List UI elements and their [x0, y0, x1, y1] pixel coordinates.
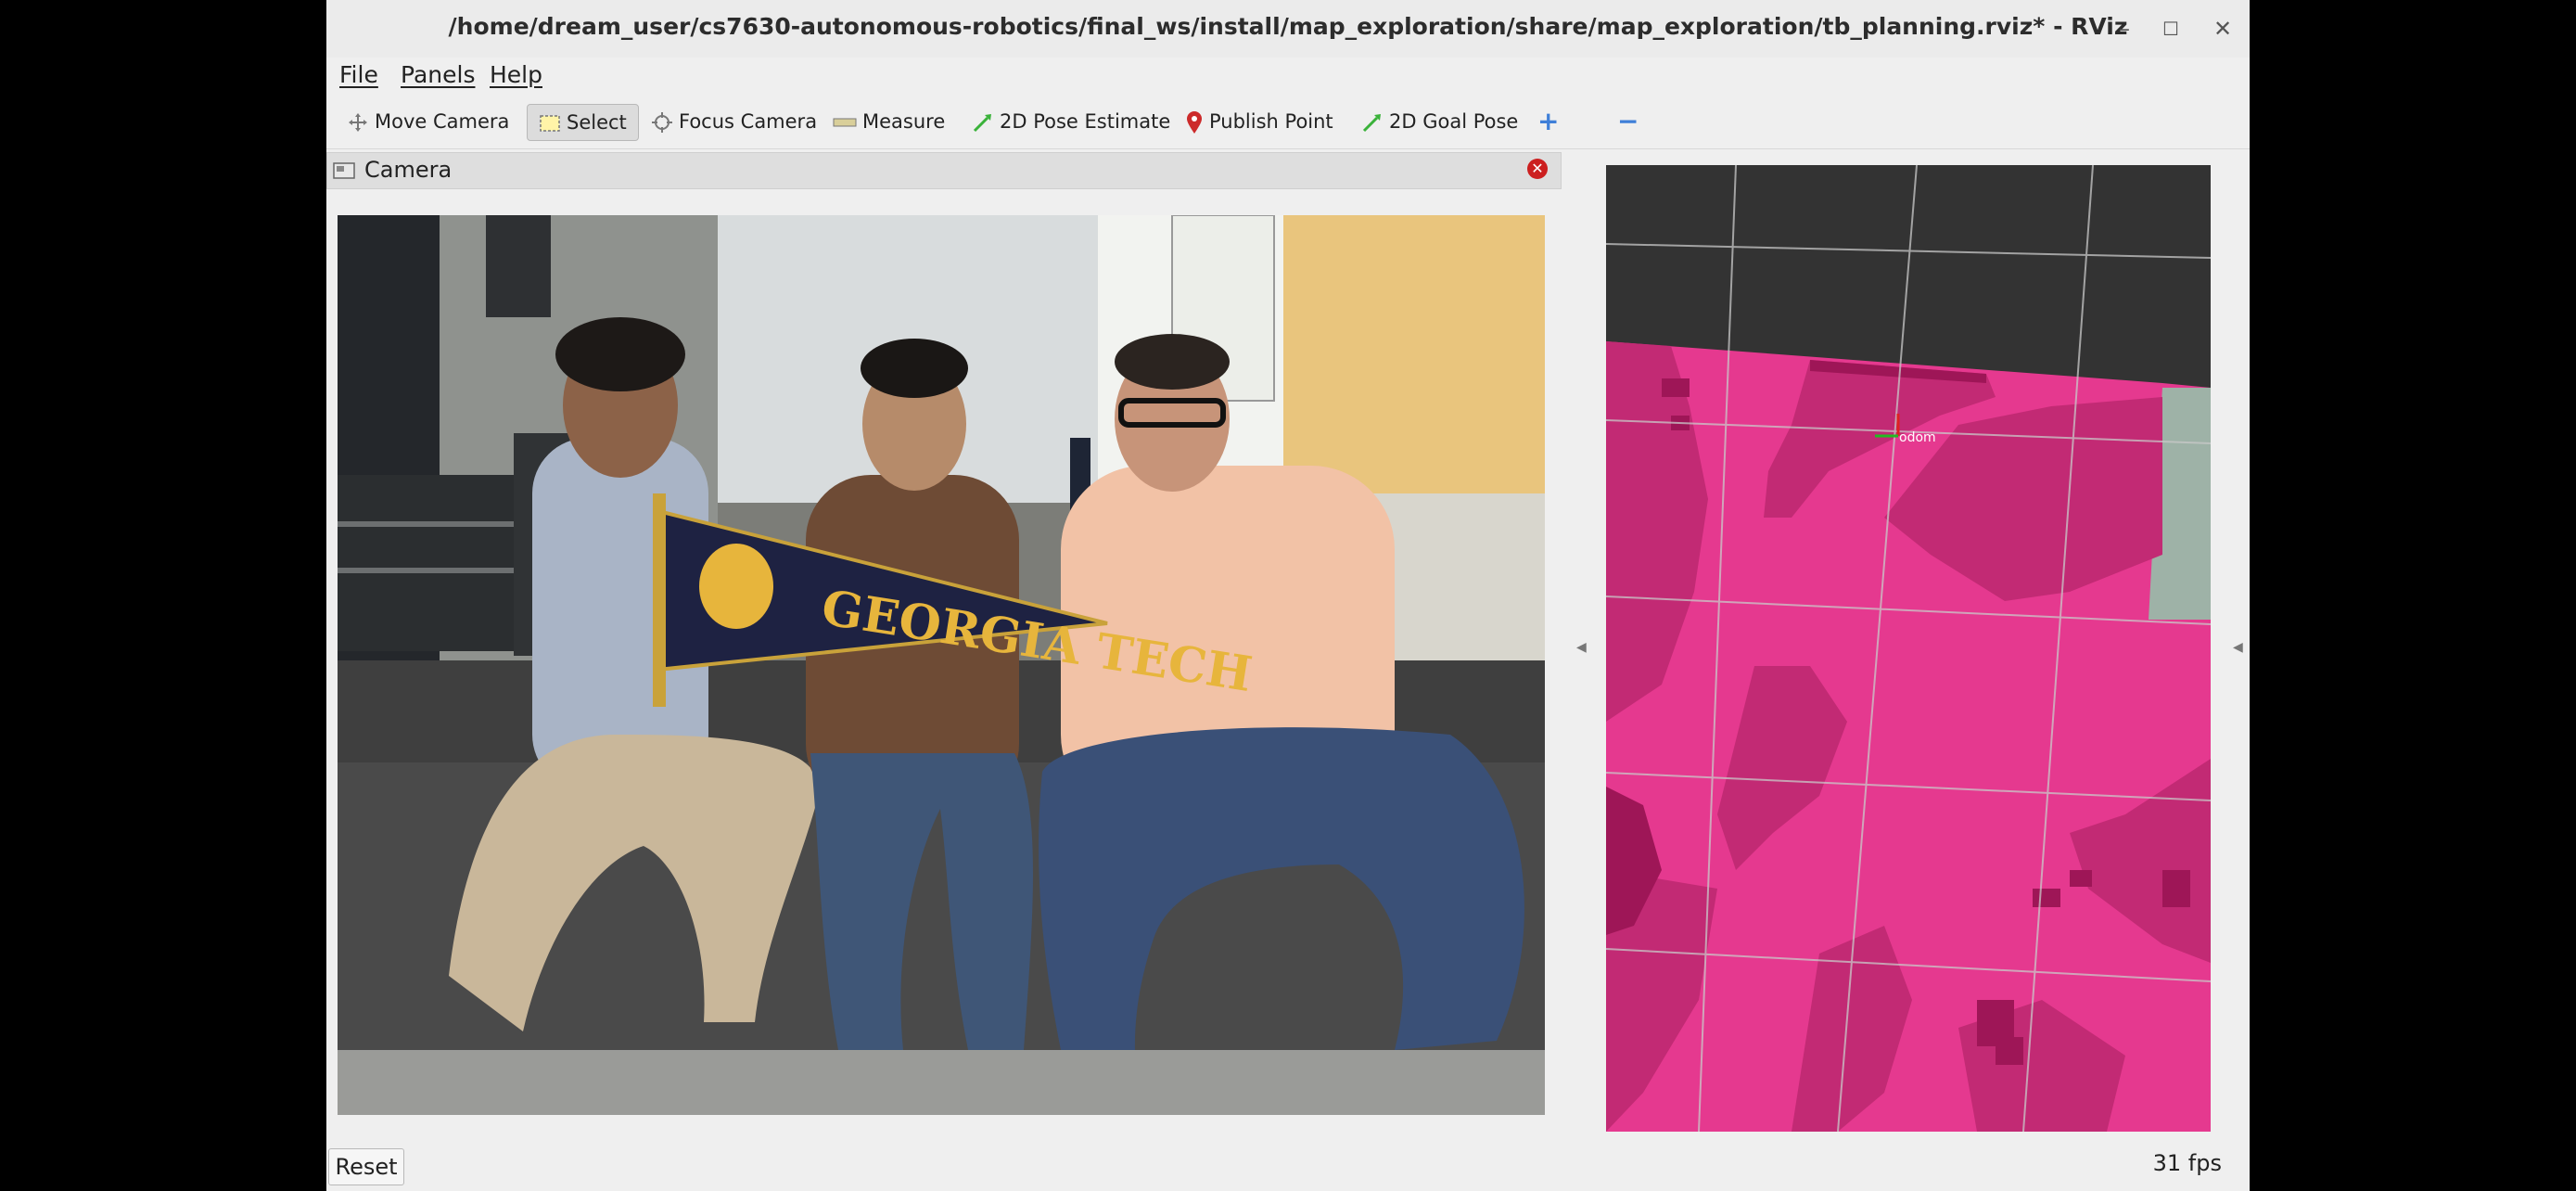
- menu-panels[interactable]: Panels: [401, 61, 475, 88]
- tool-2d-pose-estimate[interactable]: 2D Pose Estimate: [972, 104, 1170, 139]
- tool-label: Publish Point: [1209, 110, 1333, 133]
- close-camera-panel-button[interactable]: ✕: [1527, 159, 1548, 179]
- maximize-button[interactable]: ☐: [2153, 11, 2188, 46]
- tool-select[interactable]: Select: [527, 104, 639, 141]
- rviz-window: /home/dream_user/cs7630-autonomous-robot…: [326, 0, 2250, 1191]
- tool-bar: Move Camera Select Focus Camera Measure …: [326, 95, 2250, 149]
- close-window-button[interactable]: ✕: [2205, 11, 2240, 46]
- status-bar: Reset 31 fps: [326, 1145, 2250, 1191]
- fps-readout: 31 fps: [2152, 1150, 2222, 1176]
- tool-move-camera[interactable]: Move Camera: [347, 104, 509, 139]
- reset-button[interactable]: Reset: [328, 1148, 404, 1185]
- tool-2d-goal-pose[interactable]: 2D Goal Pose: [1361, 104, 1518, 139]
- select-icon: [540, 115, 560, 132]
- map-3d-view[interactable]: odom: [1606, 165, 2211, 1132]
- add-tool-button[interactable]: +: [1537, 104, 1559, 139]
- occupancy-grid-map: odom: [1606, 165, 2211, 1132]
- tool-label: 2D Pose Estimate: [1000, 110, 1171, 133]
- camera-panel-header: Camera ✕: [326, 152, 1562, 189]
- title-bar: /home/dream_user/cs7630-autonomous-robot…: [326, 0, 2250, 58]
- tool-publish-point[interactable]: Publish Point: [1185, 104, 1333, 139]
- goal-pose-icon: [1362, 114, 1381, 133]
- move-camera-icon: [349, 113, 367, 132]
- focus-camera-icon: [652, 112, 672, 133]
- right-splitter-handle[interactable]: ◀: [2233, 640, 2243, 655]
- menu-file[interactable]: File: [339, 61, 378, 88]
- camera-panel-title: Camera: [364, 157, 453, 183]
- menu-bar: File Panels Help: [326, 58, 2250, 95]
- minimize-button[interactable]: –: [2107, 11, 2142, 46]
- menu-help[interactable]: Help: [490, 61, 542, 88]
- tool-label: Measure: [862, 110, 946, 133]
- left-splitter-handle[interactable]: ◀: [1576, 640, 1587, 655]
- tool-measure[interactable]: Measure: [833, 104, 945, 139]
- tool-focus-camera[interactable]: Focus Camera: [651, 104, 817, 139]
- remove-tool-button[interactable]: −: [1617, 104, 1639, 139]
- camera-panel-icon: [333, 162, 355, 179]
- camera-scene: GEORGIA TECH: [338, 215, 1545, 1115]
- measure-icon: [833, 118, 857, 127]
- publish-point-icon: [1187, 111, 1202, 134]
- robot-frame-label: odom: [1899, 430, 1936, 445]
- tool-label: Select: [567, 111, 627, 134]
- tool-label: Focus Camera: [679, 110, 818, 133]
- pose-estimate-icon: [973, 114, 991, 133]
- tool-label: 2D Goal Pose: [1389, 110, 1519, 133]
- tool-label: Move Camera: [375, 110, 510, 133]
- camera-image: GEORGIA TECH: [338, 215, 1545, 1115]
- window-title: /home/dream_user/cs7630-autonomous-robot…: [448, 13, 2128, 40]
